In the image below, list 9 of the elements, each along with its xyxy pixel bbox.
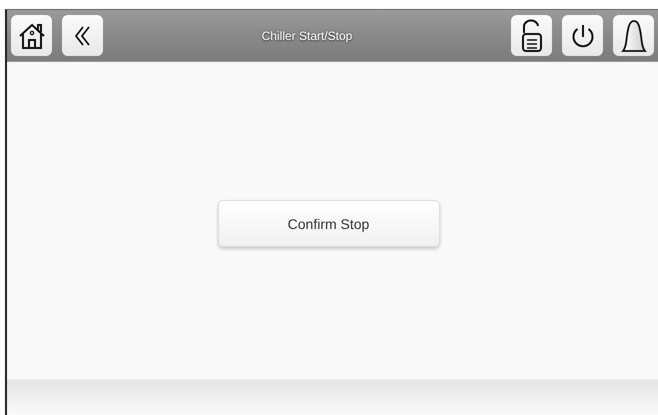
confirm-stop-button[interactable]: Confirm Stop xyxy=(218,200,440,247)
screen-title: Chiller Start/Stop xyxy=(260,28,354,42)
alarm-button[interactable] xyxy=(613,15,654,56)
back-button[interactable] xyxy=(62,15,103,56)
power-button[interactable] xyxy=(562,15,603,56)
unlock-button[interactable] xyxy=(511,15,552,56)
bell-icon xyxy=(618,18,648,54)
home-button[interactable] xyxy=(11,15,52,56)
double-chevron-icon xyxy=(74,24,92,46)
